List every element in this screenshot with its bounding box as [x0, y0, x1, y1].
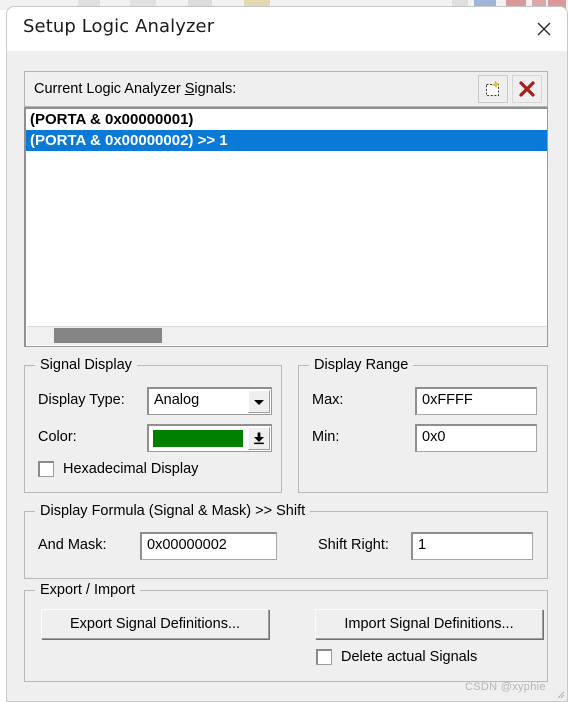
import-signal-definitions-button[interactable]: Import Signal Definitions... [315, 609, 543, 639]
color-select[interactable] [147, 424, 272, 452]
and-mask-value: 0x00000002 [147, 537, 227, 553]
display-type-dropdown-button[interactable] [248, 390, 270, 413]
list-item[interactable]: (PORTA & 0x00000001) [26, 109, 547, 130]
close-icon [537, 22, 551, 36]
delete-actual-signals-label: Delete actual Signals [341, 649, 478, 665]
watermark: CSDN @xyphie [465, 681, 546, 693]
min-input[interactable]: 0x0 [415, 424, 537, 452]
arrow-down-bar-icon [254, 432, 264, 445]
color-swatch [153, 430, 243, 447]
title-bar: Setup Logic Analyzer [7, 7, 567, 51]
resize-grip-icon[interactable] [555, 689, 565, 699]
color-dropdown-button[interactable] [248, 427, 270, 450]
export-signal-definitions-button[interactable]: Export Signal Definitions... [41, 609, 269, 639]
display-range-group: Display Range Max: 0xFFFF Min: 0x0 [298, 357, 548, 493]
and-mask-input[interactable]: 0x00000002 [140, 532, 277, 560]
max-label: Max: [312, 392, 344, 408]
close-window-button[interactable] [521, 7, 567, 51]
new-signal-button[interactable] [478, 75, 508, 103]
shift-right-label: Shift Right: [318, 537, 389, 553]
shift-right-value: 1 [418, 537, 427, 553]
signals-header-label: Current Logic Analyzer Signals: [34, 81, 237, 97]
hexadecimal-display-checkbox[interactable] [38, 461, 54, 477]
signal-display-group: Signal Display Display Type: Analog Colo… [24, 357, 282, 493]
display-range-legend: Display Range [309, 357, 414, 373]
display-type-value: Analog [154, 392, 200, 408]
signals-header-bar: Current Logic Analyzer Signals: [24, 71, 548, 107]
shift-right-input[interactable]: 1 [411, 532, 533, 560]
export-import-legend: Export / Import [35, 582, 141, 598]
display-formula-legend: Display Formula (Signal & Mask) >> Shift [35, 503, 311, 519]
listbox-horizontal-scrollbar[interactable] [27, 326, 547, 345]
color-label: Color: [38, 429, 77, 445]
export-import-group: Export / Import Export Signal Definition… [24, 582, 548, 682]
max-value: 0xFFFF [422, 392, 473, 408]
new-signal-icon [486, 80, 500, 96]
chevron-down-icon [254, 399, 264, 405]
max-input[interactable]: 0xFFFF [415, 387, 537, 415]
min-label: Min: [312, 429, 340, 445]
hexadecimal-display-checkbox-row[interactable]: Hexadecimal Display [38, 461, 198, 477]
window-title: Setup Logic Analyzer [23, 16, 215, 37]
display-type-select[interactable]: Analog [147, 387, 272, 415]
display-type-label: Display Type: [38, 392, 125, 408]
scrollbar-thumb[interactable] [54, 328, 162, 343]
min-value: 0x0 [422, 429, 446, 445]
delete-signal-icon [519, 81, 535, 97]
delete-actual-signals-checkbox-row[interactable]: Delete actual Signals [316, 649, 477, 665]
setup-logic-analyzer-dialog: Setup Logic Analyzer Current Logic Analy… [6, 6, 568, 702]
signals-listbox[interactable]: (PORTA & 0x00000001) (PORTA & 0x00000002… [24, 107, 548, 347]
delete-signal-button[interactable] [512, 75, 542, 103]
display-formula-group: Display Formula (Signal & Mask) >> Shift… [24, 503, 548, 579]
and-mask-label: And Mask: [38, 537, 107, 553]
hexadecimal-display-label: Hexadecimal Display [63, 461, 199, 477]
dialog-client-area: Current Logic Analyzer Signals: (PORTA &… [7, 51, 567, 701]
signal-display-legend: Signal Display [35, 357, 137, 373]
list-item[interactable]: (PORTA & 0x00000002) >> 1 [26, 130, 547, 151]
delete-actual-signals-checkbox[interactable] [316, 649, 332, 665]
